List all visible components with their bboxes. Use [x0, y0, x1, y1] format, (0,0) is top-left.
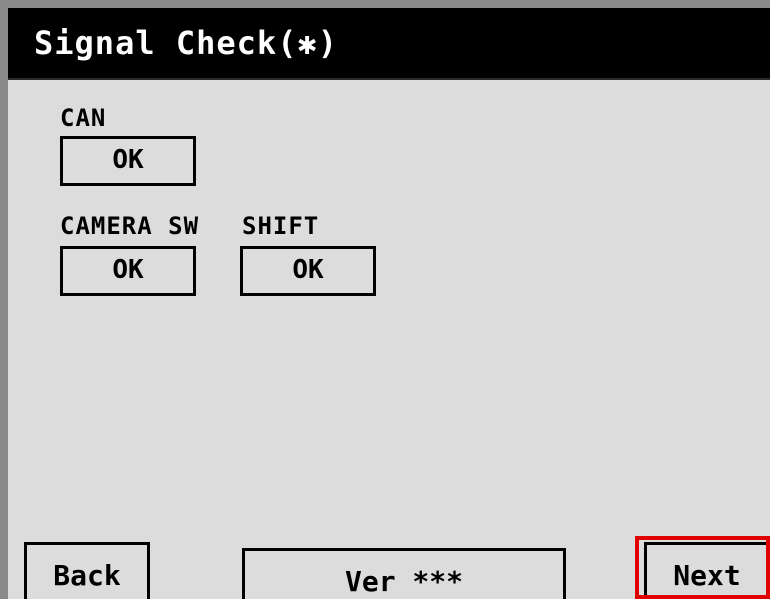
camera-sw-status-box: OK [60, 246, 196, 296]
shift-status-box: OK [240, 246, 376, 296]
can-status-box: OK [60, 136, 196, 186]
signal-check-screen: Signal Check(✱) CAN OK CAMERA SW OK SHIF… [8, 8, 770, 599]
shift-label: SHIFT [242, 212, 320, 240]
can-label: CAN [60, 104, 107, 132]
title-bar: Signal Check(✱) [8, 8, 770, 78]
camera-sw-label: CAMERA SW [60, 212, 200, 240]
version-display: Ver *** [242, 548, 566, 599]
page-title: Signal Check(✱) [34, 24, 338, 62]
title-divider [8, 78, 770, 80]
back-button[interactable]: Back [24, 542, 150, 599]
next-button[interactable]: Next [644, 542, 770, 599]
